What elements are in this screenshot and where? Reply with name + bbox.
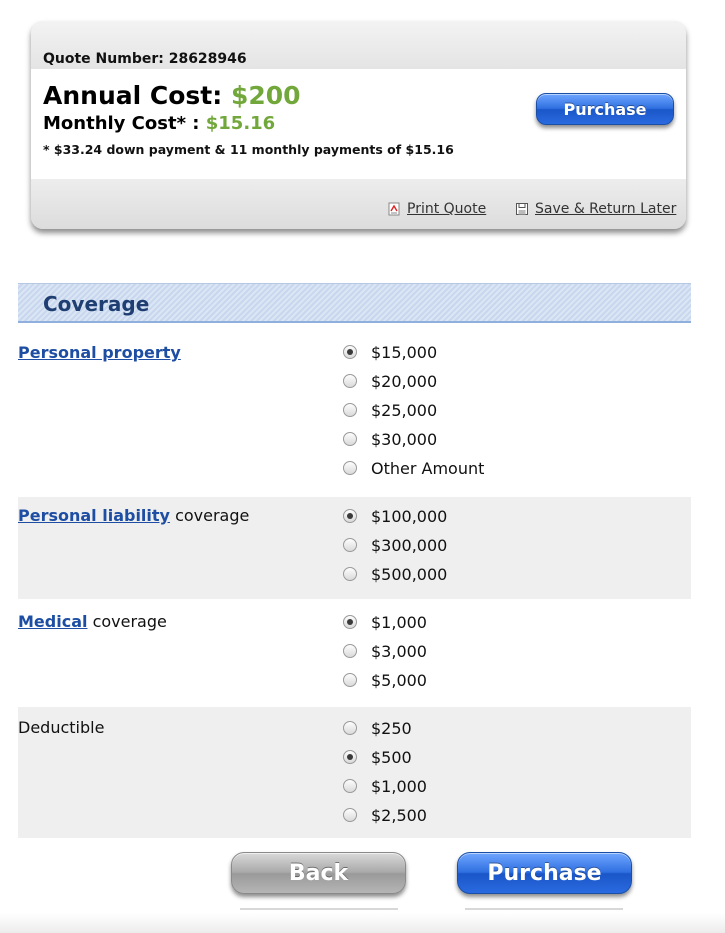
- option-label: $1,000: [371, 776, 427, 796]
- back-button[interactable]: Back: [231, 852, 406, 894]
- medical-link[interactable]: Medical: [18, 612, 87, 631]
- personal-property-link[interactable]: Personal property: [18, 343, 181, 362]
- save-return-link[interactable]: Save & Return Later: [515, 201, 676, 217]
- quote-summary-card: Quote Number: 28628946 Annual Cost: $200…: [31, 21, 686, 229]
- radio-option[interactable]: $30,000: [343, 428, 437, 450]
- option-label: $25,000: [371, 400, 438, 420]
- quote-number-row: Quote Number: 28628946: [31, 21, 686, 69]
- radio-option[interactable]: Other Amount: [343, 457, 484, 479]
- purchase-button-top[interactable]: Purchase: [536, 93, 674, 125]
- medical-suffix: coverage: [87, 612, 167, 631]
- radio-option[interactable]: $25,000: [343, 399, 437, 421]
- radio-option[interactable]: $1,000: [343, 611, 427, 633]
- radio-option[interactable]: $3,000: [343, 640, 427, 662]
- option-label: $5,000: [371, 670, 427, 690]
- radio-option[interactable]: $20,000: [343, 370, 437, 392]
- radio-option[interactable]: $100,000: [343, 505, 447, 527]
- radio-button[interactable]: [343, 461, 357, 475]
- radio-button[interactable]: [343, 567, 357, 581]
- purchase-button-bottom[interactable]: Purchase: [457, 852, 632, 894]
- medical-label: Medical coverage: [18, 612, 167, 631]
- medical-section: Medical coverage $1,000 $3,000 $5,000: [18, 601, 691, 705]
- personal-liability-suffix: coverage: [169, 506, 250, 525]
- radio-option[interactable]: $2,500: [343, 804, 427, 826]
- radio-button[interactable]: [343, 538, 357, 552]
- quote-number: Quote Number: 28628946: [43, 51, 247, 67]
- save-return-label: Save & Return Later: [535, 201, 677, 217]
- radio-option[interactable]: $15,000: [343, 341, 437, 363]
- radio-option[interactable]: $250: [343, 717, 412, 739]
- option-label: $500,000: [371, 564, 448, 584]
- option-label: $3,000: [371, 641, 427, 661]
- radio-button[interactable]: [343, 721, 357, 735]
- option-label: $2,500: [371, 805, 427, 825]
- option-label: $250: [371, 718, 412, 738]
- deductible-label: Deductible: [18, 718, 105, 737]
- radio-button[interactable]: [343, 374, 357, 388]
- option-label: $500: [371, 747, 412, 767]
- annual-cost-value: $200: [230, 81, 301, 110]
- radio-button-selected[interactable]: [343, 750, 357, 764]
- personal-liability-section: Personal liability coverage $100,000 $30…: [18, 497, 691, 599]
- monthly-cost: Monthly Cost* : $15.16: [43, 113, 275, 134]
- annual-cost-label: Annual Cost:: [43, 81, 223, 110]
- radio-option[interactable]: $1,000: [343, 775, 427, 797]
- divider: [465, 908, 623, 910]
- radio-option[interactable]: $500,000: [343, 563, 447, 585]
- save-disk-icon: [515, 202, 529, 216]
- annual-cost: Annual Cost: $200: [43, 81, 301, 110]
- personal-property-section: Personal property $15,000 $20,000 $25,00…: [18, 330, 691, 495]
- monthly-cost-label: Monthly Cost* :: [43, 113, 200, 134]
- coverage-header: Coverage: [18, 283, 691, 323]
- option-label: $1,000: [371, 612, 427, 632]
- radio-button[interactable]: [343, 432, 357, 446]
- option-label: $300,000: [371, 535, 448, 555]
- divider: [240, 908, 398, 910]
- radio-button[interactable]: [343, 779, 357, 793]
- radio-button[interactable]: [343, 644, 357, 658]
- radio-button[interactable]: [343, 808, 357, 822]
- coverage-title: Coverage: [43, 292, 150, 316]
- option-label: $20,000: [371, 371, 438, 391]
- radio-option[interactable]: $5,000: [343, 669, 427, 691]
- radio-button[interactable]: [343, 673, 357, 687]
- quote-links-bar: Print Quote Save & Return Later: [31, 179, 686, 229]
- pdf-icon: [387, 202, 401, 216]
- radio-option[interactable]: $500: [343, 746, 412, 768]
- radio-button-selected[interactable]: [343, 345, 357, 359]
- personal-liability-label: Personal liability coverage: [18, 506, 249, 525]
- radio-button[interactable]: [343, 403, 357, 417]
- option-label: $15,000: [371, 342, 438, 362]
- payment-note: * $33.24 down payment & 11 monthly payme…: [43, 142, 454, 157]
- print-quote-link[interactable]: Print Quote: [387, 201, 486, 217]
- option-label: $100,000: [371, 506, 448, 526]
- page: Quote Number: 28628946 Annual Cost: $200…: [0, 0, 725, 933]
- deductible-section: Deductible $250 $500 $1,000 $2,500: [18, 707, 691, 838]
- print-quote-label: Print Quote: [407, 201, 487, 217]
- footer-fade: [0, 913, 725, 933]
- personal-property-label: Personal property: [18, 343, 181, 362]
- option-label: Other Amount: [371, 458, 485, 478]
- radio-option[interactable]: $300,000: [343, 534, 447, 556]
- radio-button-selected[interactable]: [343, 615, 357, 629]
- monthly-cost-value: $15.16: [205, 113, 276, 134]
- personal-liability-link[interactable]: Personal liability: [18, 506, 170, 525]
- radio-button-selected[interactable]: [343, 509, 357, 523]
- option-label: $30,000: [371, 429, 438, 449]
